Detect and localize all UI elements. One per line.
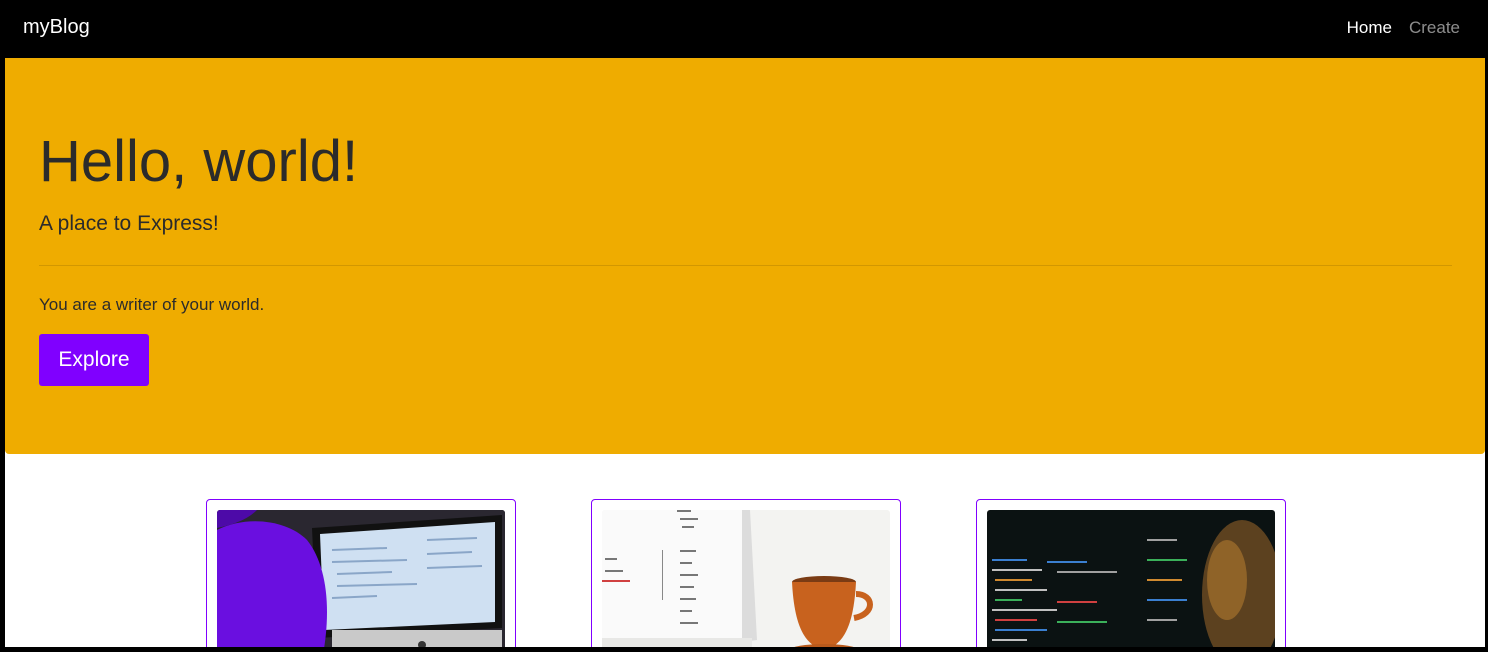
card-image[interactable] [602,510,890,652]
jumbotron-lead: A place to Express! [39,212,219,235]
brand-link[interactable]: myBlog [23,16,90,39]
jumbotron-text: You are a writer of your world. [39,295,265,314]
card-image[interactable] [987,510,1275,652]
nav-link-home[interactable]: Home [1347,18,1392,38]
post-card[interactable] [976,499,1286,652]
post-card[interactable] [591,499,901,652]
post-card[interactable] [206,499,516,652]
bottom-edge [0,647,1488,652]
nav-links: Home Create [1347,18,1460,38]
page: myBlog Home Create Hello, world! A place… [0,0,1488,652]
divider [39,265,1452,266]
navbar: myBlog Home Create [0,0,1488,58]
main-content: Hello, world! A place to Express! You ar… [5,58,1485,652]
nav-link-create[interactable]: Create [1409,18,1460,38]
jumbotron: Hello, world! A place to Express! You ar… [5,58,1485,454]
explore-button[interactable]: Explore [39,334,149,386]
card-image[interactable] [217,510,505,652]
jumbotron-title: Hello, world! [39,129,359,194]
